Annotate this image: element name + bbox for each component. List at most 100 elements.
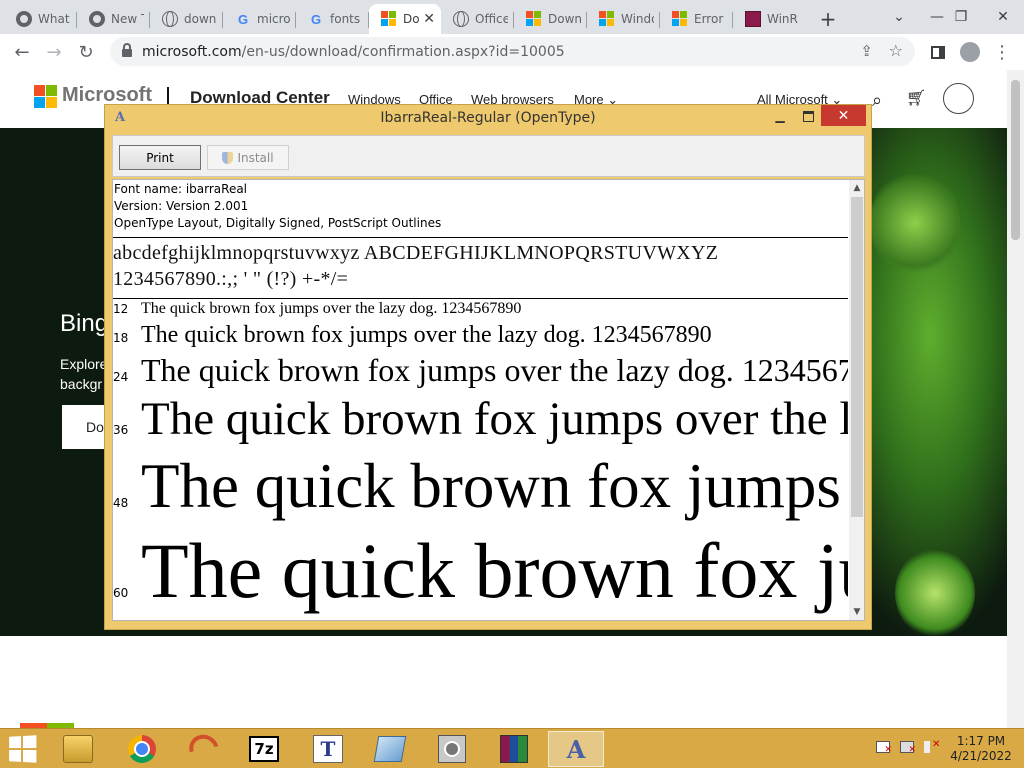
- microsoft-logo-icon[interactable]: [34, 85, 57, 108]
- scroll-up-icon[interactable]: ▲: [849, 180, 864, 196]
- sample-text: The quick brown fox jumps over the lazy …: [141, 300, 522, 317]
- character-set: abcdefghijklmnopqrstuvwxyz ABCDEFGHIJKLM…: [113, 240, 848, 292]
- sample-row-12: 12 The quick brown fox jumps over the la…: [113, 300, 848, 322]
- print-button[interactable]: Print: [119, 145, 201, 170]
- tab-title: Do: [403, 12, 420, 26]
- tab-title: Down: [548, 12, 581, 26]
- charset-line-1: abcdefghijklmnopqrstuvwxyz ABCDEFGHIJKLM…: [113, 242, 719, 264]
- taskbar-font-viewer-icon[interactable]: A: [548, 731, 604, 767]
- microsoft-icon: [599, 11, 615, 27]
- sample-row-60: 60 The quick brown fox jumps over the la…: [113, 526, 848, 618]
- clock-time: 1:17 PM: [956, 734, 1006, 748]
- browser-tab-strip: What New T down Gmicro Gfonts Do✕ Office…: [0, 0, 1024, 34]
- font-name: Font name: ibarraReal: [114, 182, 248, 196]
- taskbar-chrome-icon[interactable]: [114, 731, 170, 767]
- tab-what[interactable]: What: [4, 4, 77, 34]
- taskbar-file-explorer-icon[interactable]: [50, 731, 106, 767]
- volume-muted-icon[interactable]: ✕: [924, 739, 940, 753]
- reload-icon[interactable]: ↻: [70, 36, 102, 68]
- tab-windows[interactable]: Windo: [587, 4, 660, 34]
- tab-title: New T: [111, 12, 144, 26]
- close-tab-icon[interactable]: ✕: [423, 11, 435, 27]
- hero-title: Bing: [60, 310, 109, 337]
- window-title: IbarraReal-Regular (OpenType): [380, 110, 596, 126]
- start-button-icon[interactable]: [9, 735, 37, 763]
- microsoft-icon: [672, 11, 688, 27]
- scroll-down-icon[interactable]: ▼: [849, 604, 864, 620]
- search-icon[interactable]: ⌕: [872, 90, 882, 111]
- tab-micro[interactable]: Gmicro: [223, 4, 296, 34]
- tab-title: fonts: [330, 12, 361, 26]
- share-icon[interactable]: ⇪: [860, 42, 873, 60]
- tab-download-center[interactable]: Do ✕: [369, 4, 441, 34]
- lock-icon: [122, 43, 132, 57]
- tab-title: down: [184, 12, 217, 26]
- taskbar-notepad-icon[interactable]: [362, 731, 418, 767]
- bookmark-star-icon[interactable]: ☆: [889, 41, 903, 60]
- tab-error[interactable]: Error -: [660, 4, 733, 34]
- close-window-icon[interactable]: ✕: [980, 0, 1024, 34]
- microsoft-icon: [381, 11, 397, 27]
- cart-icon[interactable]: 🛒︎: [906, 88, 926, 107]
- charset-line-2: 1234567890.:,; ' " (!?) +-*/=: [113, 268, 349, 290]
- sample-size: 60: [113, 586, 129, 600]
- chrome-icon: [89, 11, 105, 27]
- forward-arrow-icon[interactable]: →: [38, 36, 70, 68]
- system-clock[interactable]: 1:17 PM 4/21/2022: [946, 734, 1016, 764]
- url-host: microsoft.com: [142, 43, 242, 60]
- sample-row-48: 48 The quick brown fox jumps over the la…: [113, 450, 848, 526]
- back-arrow-icon[interactable]: ←: [6, 36, 38, 68]
- tab-new-tab[interactable]: New T: [77, 4, 150, 34]
- font-preview-pane: Font name: ibarraReal Version: Version 2…: [112, 179, 865, 621]
- font-version: Version: Version 2.001: [114, 199, 249, 213]
- account-icon[interactable]: [943, 83, 974, 114]
- new-tab-button[interactable]: +: [814, 4, 842, 34]
- browser-toolbar: ← → ↻ microsoft.com/en-us/download/confi…: [0, 34, 1024, 70]
- taskbar-typing-tutor-icon[interactable]: T: [300, 731, 356, 767]
- side-panel-icon[interactable]: [922, 36, 954, 68]
- sample-text: The quick brown fox jumps over the lazy …: [141, 393, 848, 445]
- tab-winrar[interactable]: WinR: [733, 4, 806, 34]
- minimize-icon[interactable]: ▁: [767, 106, 793, 126]
- profile-avatar-icon[interactable]: [954, 36, 986, 68]
- restore-window-icon[interactable]: ❐: [938, 0, 984, 34]
- font-features: OpenType Layout, Digitally Signed, PostS…: [114, 216, 442, 230]
- sample-row-36: 36 The quick brown fox jumps over the la…: [113, 392, 848, 450]
- decorative-tiles: [20, 718, 76, 733]
- maximize-icon[interactable]: [795, 106, 821, 126]
- taskbar-winrar-icon[interactable]: [486, 731, 542, 767]
- sample-size: 18: [113, 331, 129, 345]
- tab-fonts[interactable]: Gfonts: [296, 4, 369, 34]
- sample-size: 12: [113, 302, 129, 316]
- address-bar[interactable]: microsoft.com/en-us/download/confirmatio…: [110, 37, 915, 66]
- action-center-flag-icon[interactable]: ✕: [876, 741, 892, 755]
- taskbar-7zip-icon[interactable]: 7z: [236, 731, 292, 767]
- tab-title: Office: [475, 12, 508, 26]
- install-button[interactable]: Install: [207, 145, 289, 170]
- google-icon: G: [237, 11, 249, 27]
- taskbar-arc-icon[interactable]: [176, 729, 232, 768]
- clock-date: 4/21/2022: [950, 749, 1012, 763]
- tab-title: micro: [257, 12, 290, 26]
- globe-icon: [162, 11, 178, 27]
- preview-scrollbar[interactable]: ▲ ▼: [849, 180, 864, 620]
- network-icon[interactable]: ✕: [900, 741, 916, 755]
- tab-office[interactable]: Office: [441, 4, 514, 34]
- tab-title: What: [38, 12, 70, 26]
- close-icon[interactable]: ✕: [821, 105, 866, 126]
- tab-down-2[interactable]: Down: [514, 4, 587, 34]
- globe-icon: [453, 11, 469, 27]
- scroll-thumb[interactable]: [851, 197, 863, 517]
- tab-title: Windo: [621, 12, 654, 26]
- taskbar-disk-utility-icon[interactable]: [424, 731, 480, 767]
- tab-down[interactable]: down: [150, 4, 223, 34]
- page-scrollbar[interactable]: [1007, 70, 1024, 728]
- font-viewer-toolbar: Print Install: [112, 135, 865, 177]
- browser-menu-icon[interactable]: ⋮: [986, 36, 1018, 68]
- sample-size: 24: [113, 370, 129, 384]
- sample-text: The quick brown fox jumps over the lazy …: [141, 352, 848, 388]
- taskbar: 7z T A ✕ ✕ ✕ 1:17 PM 4/21/2022: [0, 728, 1024, 768]
- install-label: Install: [237, 150, 274, 165]
- shield-icon: [222, 151, 234, 164]
- tab-title: WinR: [767, 12, 798, 26]
